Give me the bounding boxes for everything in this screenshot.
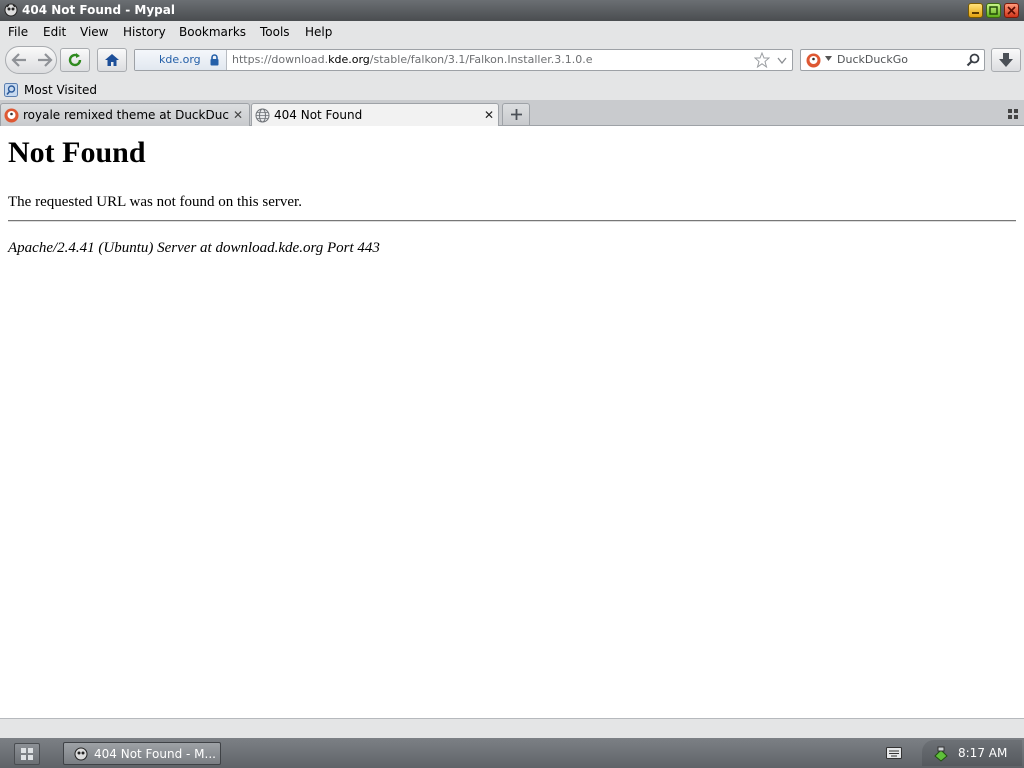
- system-tray: 8:17 AM: [922, 740, 1022, 766]
- network-icon[interactable]: [933, 746, 949, 762]
- forward-arrow-icon[interactable]: [36, 52, 54, 68]
- menu-bookmarks[interactable]: Bookmarks: [179, 25, 246, 39]
- duckduckgo-favicon-icon: [4, 108, 19, 123]
- tab-label: 404 Not Found: [274, 108, 363, 122]
- engine-dropdown-icon[interactable]: [825, 56, 832, 61]
- bookmark-most-visited[interactable]: Most Visited: [24, 83, 97, 97]
- mypal-app-icon: [4, 3, 18, 17]
- mypal-app-icon: [74, 747, 88, 761]
- page-heading: Not Found: [8, 136, 146, 169]
- back-arrow-icon[interactable]: [10, 52, 28, 68]
- lock-icon: [210, 54, 219, 66]
- menu-history[interactable]: History: [123, 25, 166, 39]
- tab-close-icon[interactable]: ✕: [484, 108, 494, 122]
- taskbar: 404 Not Found - M... 8:17 AM: [0, 738, 1024, 768]
- menu-tools[interactable]: Tools: [260, 25, 290, 39]
- close-button[interactable]: [1004, 3, 1019, 18]
- close-icon: [1007, 6, 1016, 15]
- all-tabs-grid-icon[interactable]: [1008, 109, 1019, 120]
- most-visited-folder-icon: [4, 83, 18, 97]
- url-text[interactable]: https://download.kde.org/stable/falkon/3…: [232, 53, 593, 66]
- search-placeholder: DuckDuckGo: [837, 53, 908, 66]
- search-icon[interactable]: [966, 53, 980, 67]
- reload-icon: [68, 53, 82, 67]
- downloads-button[interactable]: [991, 48, 1021, 72]
- url-prefix: https://download.: [232, 53, 329, 66]
- maximize-button[interactable]: [986, 3, 1001, 18]
- server-signature: Apache/2.4.41 (Ubuntu) Server at downloa…: [8, 240, 380, 256]
- home-button[interactable]: [97, 48, 127, 72]
- tab-label: royale remixed theme at DuckDuc…: [23, 108, 230, 122]
- url-path: /stable/falkon/3.1/Falkon.Installer.3.1.…: [369, 53, 593, 66]
- window-title: 404 Not Found - Mypal: [22, 3, 175, 17]
- new-tab-button[interactable]: [502, 103, 530, 125]
- identity-domain: kde.org: [159, 53, 201, 66]
- globe-icon: [255, 108, 270, 123]
- title-bar: 404 Not Found - Mypal: [0, 0, 1024, 21]
- download-arrow-icon: [999, 53, 1013, 67]
- tab-close-icon[interactable]: ✕: [233, 108, 243, 122]
- back-forward-group: [5, 46, 57, 74]
- url-bar[interactable]: kde.org https://download.kde.org/stable/…: [134, 49, 793, 71]
- tab-duckduckgo[interactable]: royale remixed theme at DuckDuc… ✕: [0, 103, 250, 126]
- url-host: kde.org: [328, 53, 370, 66]
- bookmark-star-icon[interactable]: [754, 52, 770, 68]
- menu-file[interactable]: File: [8, 25, 28, 39]
- status-bar: [0, 718, 1024, 738]
- menu-bar: File Edit View History Bookmarks Tools H…: [0, 21, 1024, 42]
- tab-strip: royale remixed theme at DuckDuc… ✕ 404 N…: [0, 100, 1024, 127]
- navigation-toolbar: kde.org https://download.kde.org/stable/…: [0, 42, 1024, 80]
- site-identity[interactable]: kde.org: [135, 50, 227, 70]
- keyboard-icon[interactable]: [886, 747, 902, 759]
- start-menu-button[interactable]: [14, 743, 40, 765]
- home-icon: [105, 54, 119, 66]
- tab-404-not-found[interactable]: 404 Not Found ✕: [251, 103, 499, 127]
- taskbar-window-label: 404 Not Found - M...: [94, 747, 216, 761]
- search-bar[interactable]: DuckDuckGo: [800, 49, 985, 71]
- clock[interactable]: 8:17 AM: [958, 746, 1007, 760]
- reload-button[interactable]: [60, 48, 90, 72]
- menu-help[interactable]: Help: [305, 25, 332, 39]
- maximize-icon: [989, 6, 998, 15]
- taskbar-window-button[interactable]: 404 Not Found - M...: [63, 742, 221, 765]
- menu-edit[interactable]: Edit: [43, 25, 66, 39]
- duckduckgo-icon[interactable]: [806, 53, 821, 68]
- minimize-icon: [972, 12, 979, 14]
- app-grid-icon: [21, 748, 33, 760]
- bookmarks-toolbar: Most Visited: [0, 80, 1024, 100]
- url-dropdown-icon[interactable]: [777, 57, 787, 64]
- minimize-button[interactable]: [968, 3, 983, 18]
- divider: [8, 220, 1016, 222]
- error-message: The requested URL was not found on this …: [8, 194, 302, 210]
- menu-view[interactable]: View: [80, 25, 108, 39]
- plus-icon: [511, 109, 522, 120]
- page-content: Not Found The requested URL was not foun…: [0, 126, 1024, 718]
